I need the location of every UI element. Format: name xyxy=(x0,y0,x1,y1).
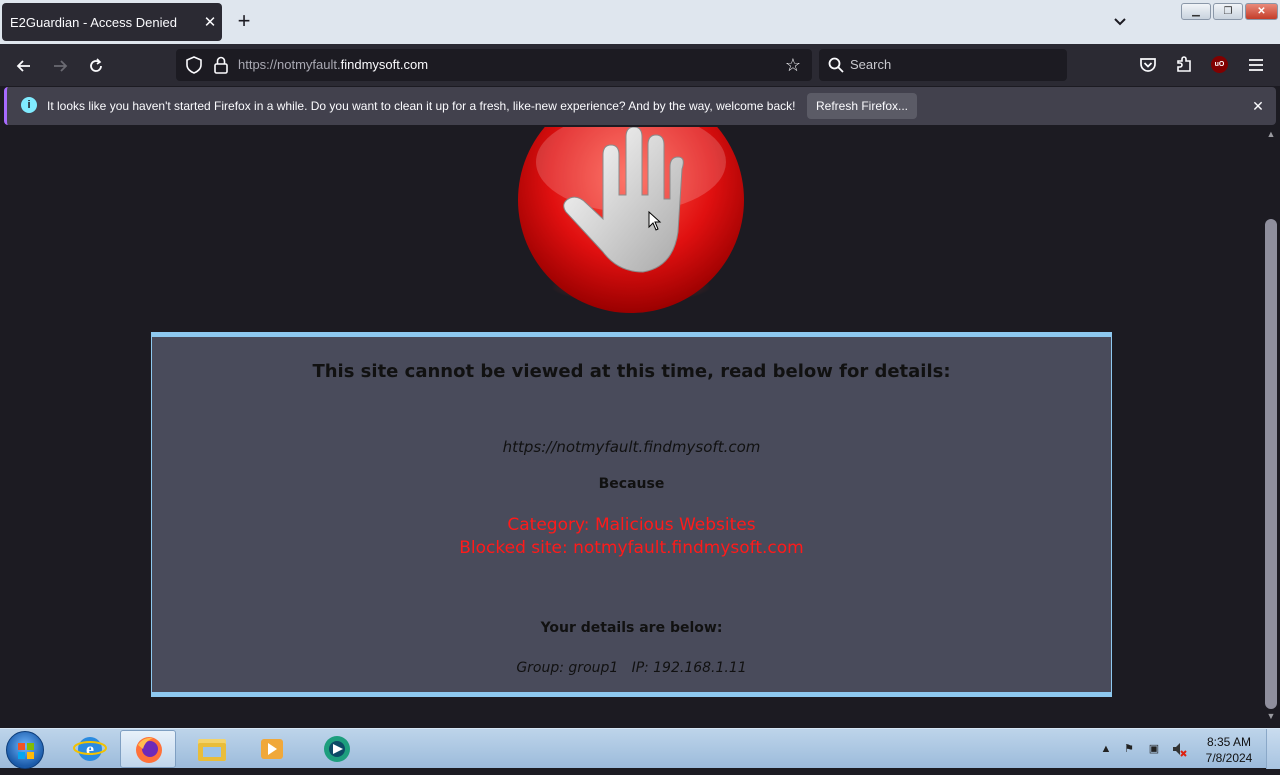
arrow-left-icon xyxy=(16,60,30,72)
bookmark-star-icon[interactable]: ☆ xyxy=(782,54,804,76)
because-label: Because xyxy=(598,476,665,492)
taskbar: e ▲ ⚑ ▣ 8:35 AM 7/8/2024 xyxy=(0,728,1280,769)
info-icon: i xyxy=(21,97,37,113)
forward-button[interactable] xyxy=(46,52,74,80)
tab-close-icon[interactable]: ✕ xyxy=(198,13,222,31)
details-heading: Your details are below: xyxy=(540,620,723,636)
search-placeholder: Search xyxy=(850,57,892,72)
show-desktop-button[interactable] xyxy=(1266,729,1280,769)
shield-icon[interactable] xyxy=(184,55,204,75)
notification-message: It looks like you haven't started Firefo… xyxy=(47,99,796,113)
access-denied-panel: This site cannot be viewed at this time,… xyxy=(151,332,1112,697)
restore-button[interactable]: ❐ xyxy=(1213,3,1243,20)
volume-muted-icon[interactable] xyxy=(1171,741,1187,757)
address-bar[interactable]: https://notmyfault.findmysoft.com ☆ xyxy=(176,49,812,81)
url-text[interactable]: https://notmyfault.findmysoft.com xyxy=(238,57,428,72)
pocket-icon[interactable] xyxy=(1136,53,1160,77)
notification-bar: i It looks like you haven't started Fire… xyxy=(4,87,1276,125)
system-clock[interactable]: 8:35 AM 7/8/2024 xyxy=(1196,734,1262,766)
lock-icon[interactable] xyxy=(212,55,230,75)
tab-title: E2Guardian - Access Denied xyxy=(10,14,177,30)
clock-time: 8:35 AM xyxy=(1206,735,1252,749)
action-center-flag-icon[interactable]: ⚑ xyxy=(1121,741,1137,757)
title-bar: E2Guardian - Access Denied ✕ + ▁ ❐ ✕ xyxy=(0,0,1280,44)
user-details: Group: group1 IP: 192.168.1.11 xyxy=(516,660,747,676)
notification-close-icon[interactable]: ✕ xyxy=(1247,95,1269,117)
back-button[interactable] xyxy=(10,52,38,80)
taskbar-app[interactable] xyxy=(308,730,364,768)
chevron-down-icon xyxy=(1114,18,1126,26)
vertical-scrollbar[interactable]: ▲ ▼ xyxy=(1262,127,1280,728)
taskbar-file-explorer[interactable] xyxy=(184,730,240,768)
url-domain: findmysoft.com xyxy=(340,57,429,72)
reload-icon xyxy=(90,58,102,72)
start-button[interactable] xyxy=(6,731,44,769)
page-title: This site cannot be viewed at this time,… xyxy=(312,361,951,382)
navigation-bar: https://notmyfault.findmysoft.com ☆ Sear… xyxy=(0,44,1280,86)
clock-date: 7/8/2024 xyxy=(1205,751,1253,765)
menu-icon[interactable] xyxy=(1244,53,1268,77)
new-tab-button[interactable]: + xyxy=(232,10,256,34)
scroll-up-icon[interactable]: ▲ xyxy=(1262,129,1280,143)
extensions-icon[interactable] xyxy=(1172,53,1196,77)
reload-button[interactable] xyxy=(82,52,110,80)
blocked-site: Blocked site: notmyfault.findmysoft.com xyxy=(459,538,804,558)
blocked-url: https://notmyfault.findmysoft.com xyxy=(502,438,761,456)
page-content: This site cannot be viewed at this time,… xyxy=(0,127,1262,728)
media-player-icon xyxy=(261,739,283,759)
network-icon[interactable]: ▣ xyxy=(1146,741,1162,757)
taskbar-internet-explorer[interactable]: e xyxy=(62,730,118,768)
scroll-down-icon[interactable]: ▼ xyxy=(1262,711,1280,725)
search-icon xyxy=(828,57,844,73)
stop-hand-icon xyxy=(518,127,744,313)
arrow-right-icon xyxy=(54,60,68,72)
speaker-muted-icon xyxy=(1173,743,1187,757)
show-hidden-icons-button[interactable]: ▲ xyxy=(1098,741,1114,757)
ublock-origin-icon[interactable]: uO xyxy=(1211,56,1228,73)
taskbar-media-player[interactable] xyxy=(244,730,300,768)
internet-explorer-icon: e xyxy=(73,737,107,761)
tab-active[interactable]: E2Guardian - Access Denied ✕ xyxy=(2,3,222,41)
list-all-tabs-button[interactable] xyxy=(1108,10,1132,34)
folder-icon xyxy=(198,739,226,761)
block-category: Category: Malicious Websites xyxy=(507,515,756,535)
close-window-button[interactable]: ✕ xyxy=(1245,3,1278,20)
url-prefix: https://notmyfault. xyxy=(238,57,341,72)
firefox-icon xyxy=(136,737,162,763)
minimize-button[interactable]: ▁ xyxy=(1181,3,1211,20)
refresh-firefox-button[interactable]: Refresh Firefox... xyxy=(807,93,917,119)
scroll-thumb[interactable] xyxy=(1265,219,1277,709)
mouse-cursor-icon xyxy=(648,211,662,231)
app-icon xyxy=(324,736,350,762)
windows-logo-icon xyxy=(18,743,34,759)
taskbar-firefox[interactable] xyxy=(120,730,176,768)
search-bar[interactable]: Search xyxy=(819,49,1067,81)
